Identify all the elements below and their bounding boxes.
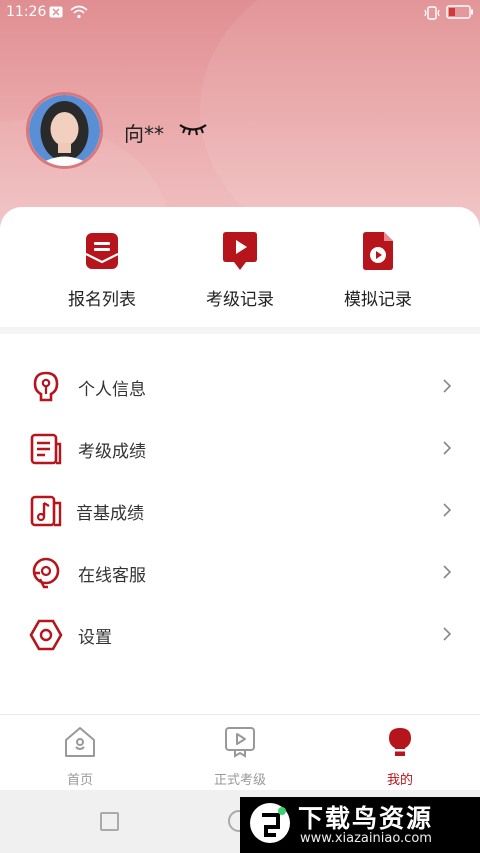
vibrate-icon — [424, 6, 440, 20]
tab-label: 正式考级 — [213, 773, 266, 788]
menu-item-music-theory-scores[interactable]: 音基成绩 — [0, 480, 480, 542]
recent-apps-button[interactable] — [100, 812, 119, 831]
settings-menu: 个人信息 考级成绩 音基成绩 在线客服 设置 — [0, 334, 480, 714]
eye-closed-icon[interactable] — [178, 118, 208, 140]
menu-item-label: 音基成绩 — [76, 504, 144, 524]
quick-action-label: 考级记录 — [206, 290, 274, 310]
username: 向** — [124, 122, 164, 146]
video-file-icon — [363, 232, 393, 270]
menu-item-label: 在线客服 — [78, 566, 146, 586]
bottom-tab-bar: 首页 正式考级 我的 — [0, 714, 480, 790]
status-time: 11:26 — [6, 4, 47, 20]
quick-action-label: 模拟记录 — [344, 290, 412, 310]
menu-item-exam-scores[interactable]: 考级成绩 — [0, 418, 480, 480]
quick-action-mock-records[interactable]: 模拟记录 — [318, 231, 438, 310]
headset-icon — [32, 557, 60, 589]
tab-mine[interactable]: 我的 — [350, 725, 450, 788]
menu-item-label: 考级成绩 — [78, 442, 146, 462]
envelope-list-icon — [85, 233, 119, 269]
play-ribbon-icon — [223, 232, 257, 270]
profile-icon — [389, 728, 411, 756]
chevron-right-icon — [443, 565, 452, 579]
quick-action-label: 报名列表 — [68, 290, 136, 310]
tab-label: 首页 — [66, 773, 93, 788]
wifi-icon — [70, 5, 88, 19]
chevron-right-icon — [443, 627, 452, 641]
person-bulb-icon — [33, 371, 59, 402]
quick-actions-card: 报名列表 考级记录 模拟记录 — [0, 207, 480, 327]
quick-action-signup-list[interactable]: 报名列表 — [42, 231, 162, 310]
avatar-photo — [29, 95, 100, 166]
menu-item-label: 设置 — [78, 628, 112, 648]
tab-formal-exam[interactable]: 正式考级 — [190, 725, 290, 788]
menu-item-online-service[interactable]: 在线客服 — [0, 542, 480, 604]
tab-label: 我的 — [386, 773, 413, 788]
music-note-icon — [30, 495, 62, 527]
menu-item-settings[interactable]: 设置 — [0, 604, 480, 666]
watermark: 下载鸟资源 www.xiazainiao.com — [240, 797, 480, 853]
watermark-url: www.xiazainiao.com — [300, 831, 432, 846]
chevron-right-icon — [443, 441, 452, 455]
hexagon-settings-icon — [29, 619, 63, 651]
menu-item-label: 个人信息 — [78, 380, 146, 400]
notification-icon — [49, 6, 63, 18]
avatar[interactable] — [26, 92, 103, 169]
tab-home[interactable]: 首页 — [30, 725, 130, 788]
status-bar: 11:26 — [0, 0, 480, 26]
chevron-right-icon — [443, 379, 452, 393]
chevron-right-icon — [443, 503, 452, 517]
menu-item-personal-info[interactable]: 个人信息 — [0, 356, 480, 418]
home-icon — [65, 727, 95, 757]
document-list-icon — [30, 433, 62, 465]
watermark-logo — [250, 803, 290, 843]
battery-icon — [446, 5, 473, 19]
video-play-icon — [225, 727, 255, 758]
quick-action-exam-records[interactable]: 考级记录 — [180, 231, 300, 310]
watermark-title: 下载鸟资源 — [298, 804, 434, 833]
